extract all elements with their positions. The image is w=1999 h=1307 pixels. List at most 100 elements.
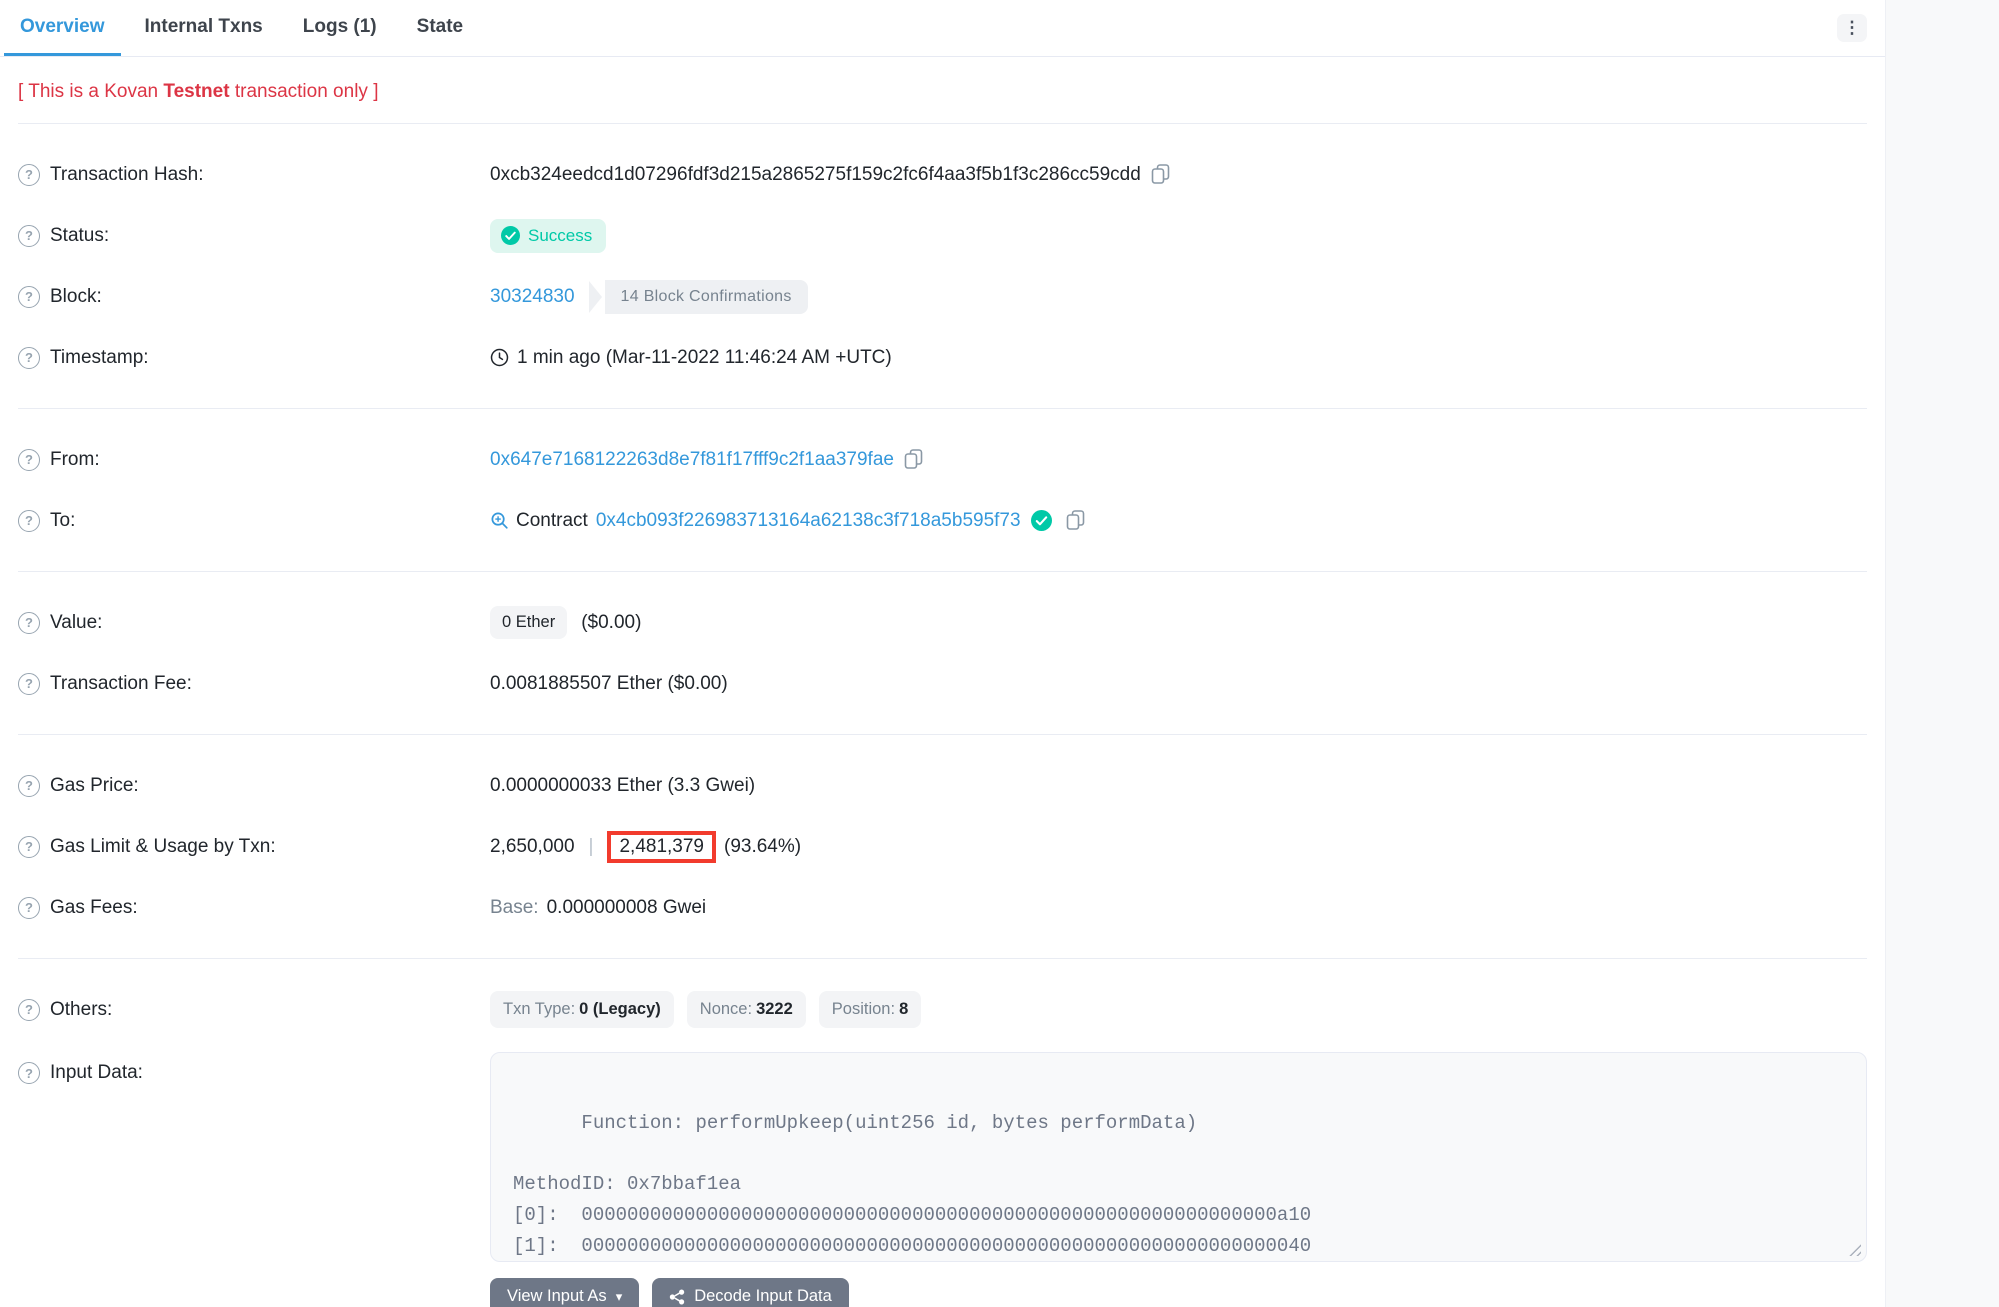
verified-contract-icon	[1031, 510, 1052, 531]
nonce-value: 3222	[756, 1000, 793, 1018]
transaction-fee-value: 0.0081885507 Ether ($0.00)	[490, 673, 728, 695]
tab-bar: Overview Internal Txns Logs (1) State ⋮	[0, 0, 1885, 57]
to-row: ? To: Contract 0x4cb093f226983713164a621…	[0, 490, 1885, 551]
gas-limit-value: 2,650,000	[490, 836, 575, 858]
timestamp-row: ? Timestamp: 1 min ago (Mar-11-2022 11:4…	[0, 327, 1885, 388]
clock-icon	[490, 348, 509, 367]
others-row: ? Others: Txn Type:0 (Legacy) Nonce:3222…	[0, 979, 1885, 1040]
copy-to-address-button[interactable]	[1066, 510, 1085, 531]
gas-price-row: ? Gas Price: 0.0000000033 Ether (3.3 Gwe…	[0, 755, 1885, 816]
block-confirmations-badge: 14 Block Confirmations	[589, 280, 808, 314]
view-input-as-label: View Input As	[507, 1287, 607, 1306]
help-icon: ?	[18, 164, 40, 186]
txn-type-badge: Txn Type:0 (Legacy)	[490, 991, 674, 1028]
value-row: ? Value: 0 Ether ($0.00)	[0, 592, 1885, 653]
help-icon: ?	[18, 999, 40, 1021]
contract-preview-button[interactable]	[490, 511, 509, 530]
copy-icon	[1066, 510, 1085, 531]
input-data-row: ? Input Data: Function: performUpkeep(ui…	[0, 1040, 1885, 1262]
to-type-text: Contract	[516, 510, 588, 532]
status-row: ? Status: Success	[0, 205, 1885, 266]
divider	[18, 571, 1867, 572]
tab-internal-txns[interactable]: Internal Txns	[129, 0, 279, 56]
from-label: From:	[50, 449, 100, 471]
block-number-link[interactable]: 30324830	[490, 286, 575, 308]
help-icon: ?	[18, 1062, 40, 1084]
input-data-textarea[interactable]: Function: performUpkeep(uint256 id, byte…	[490, 1052, 1867, 1262]
testnet-notice: [ This is a Kovan Testnet transaction on…	[0, 57, 1885, 103]
help-icon: ?	[18, 897, 40, 919]
copy-icon	[904, 449, 923, 470]
copy-hash-button[interactable]	[1151, 164, 1170, 185]
to-address-link[interactable]: 0x4cb093f226983713164a62138c3f718a5b595f…	[596, 510, 1021, 532]
help-icon: ?	[18, 347, 40, 369]
gas-price-label: Gas Price:	[50, 775, 139, 797]
gas-used-percent: (93.64%)	[724, 836, 801, 858]
status-badge: Success	[490, 219, 606, 253]
timestamp-label: Timestamp:	[50, 347, 149, 369]
transaction-hash-label: Transaction Hash:	[50, 164, 203, 186]
gas-used-annotation-box: 2,481,379	[607, 831, 716, 863]
position-value: 8	[899, 1000, 908, 1018]
gas-price-value: 0.0000000033 Ether (3.3 Gwei)	[490, 775, 755, 797]
input-data-label: Input Data:	[50, 1062, 143, 1084]
position-label: Position:	[832, 1000, 895, 1018]
more-options-button[interactable]: ⋮	[1837, 14, 1867, 42]
decode-input-data-button[interactable]: Decode Input Data	[652, 1278, 849, 1307]
from-row: ? From: 0x647e7168122263d8e7f81f17fff9c2…	[0, 429, 1885, 490]
nonce-badge: Nonce:3222	[687, 991, 806, 1028]
txn-type-value: 0 (Legacy)	[579, 1000, 661, 1018]
base-fee-value: 0.000000008 Gwei	[547, 897, 707, 919]
zoom-in-icon	[490, 511, 509, 530]
txn-type-label: Txn Type:	[503, 1000, 575, 1018]
help-icon: ?	[18, 449, 40, 471]
caret-down-icon: ▾	[616, 1290, 623, 1303]
help-icon: ?	[18, 286, 40, 308]
transaction-fee-label: Transaction Fee:	[50, 673, 192, 695]
to-label: To:	[50, 510, 75, 532]
transaction-hash-value: 0xcb324eedcd1d07296fdf3d215a2865275f159c…	[490, 164, 1141, 186]
divider	[18, 734, 1867, 735]
help-icon: ?	[18, 612, 40, 634]
transaction-detail-panel: Overview Internal Txns Logs (1) State ⋮ …	[0, 0, 1886, 1307]
transaction-hash-row: ? Transaction Hash: 0xcb324eedcd1d07296f…	[0, 144, 1885, 205]
kebab-icon: ⋮	[1844, 18, 1861, 37]
divider	[18, 958, 1867, 959]
gas-used-value: 2,481,379	[619, 836, 704, 857]
decode-input-data-label: Decode Input Data	[694, 1287, 832, 1306]
help-icon: ?	[18, 510, 40, 532]
help-icon: ?	[18, 836, 40, 858]
gas-limit-label: Gas Limit & Usage by Txn:	[50, 836, 276, 858]
ether-value-badge: 0 Ether	[490, 606, 567, 639]
timestamp-value: 1 min ago (Mar-11-2022 11:46:24 AM +UTC)	[517, 347, 892, 369]
gas-fees-label: Gas Fees:	[50, 897, 138, 919]
separator: |	[589, 836, 594, 858]
usd-value-text: ($0.00)	[581, 612, 641, 634]
gas-fees-row: ? Gas Fees: Base: 0.000000008 Gwei	[0, 877, 1885, 938]
block-confirmations-text: 14 Block Confirmations	[605, 280, 808, 314]
input-data-text: Function: performUpkeep(uint256 id, byte…	[513, 1112, 1311, 1262]
nonce-label: Nonce:	[700, 1000, 752, 1018]
input-data-actions: View Input As ▾ Decode Input Data	[490, 1278, 1867, 1307]
help-icon: ?	[18, 225, 40, 247]
tab-state[interactable]: State	[401, 0, 479, 56]
decode-icon	[669, 1289, 685, 1305]
transaction-fee-row: ? Transaction Fee: 0.0081885507 Ether ($…	[0, 653, 1885, 714]
status-label: Status:	[50, 225, 109, 247]
notice-prefix: [ This is a Kovan	[18, 81, 163, 102]
view-input-as-button[interactable]: View Input As ▾	[490, 1278, 639, 1307]
position-badge: Position:8	[819, 991, 921, 1028]
notice-bold: Testnet	[163, 81, 229, 102]
tab-overview[interactable]: Overview	[4, 0, 121, 56]
help-icon: ?	[18, 673, 40, 695]
resize-handle[interactable]	[1848, 1243, 1861, 1256]
gas-limit-usage-row: ? Gas Limit & Usage by Txn: 2,650,000 | …	[0, 816, 1885, 877]
from-address-link[interactable]: 0x647e7168122263d8e7f81f17fff9c2f1aa379f…	[490, 449, 894, 471]
arrow-right-icon	[589, 281, 602, 313]
status-text: Success	[528, 226, 592, 246]
copy-icon	[1151, 164, 1170, 185]
divider	[18, 408, 1867, 409]
base-fee-label: Base:	[490, 897, 539, 919]
tab-logs[interactable]: Logs (1)	[287, 0, 393, 56]
copy-from-address-button[interactable]	[904, 449, 923, 470]
